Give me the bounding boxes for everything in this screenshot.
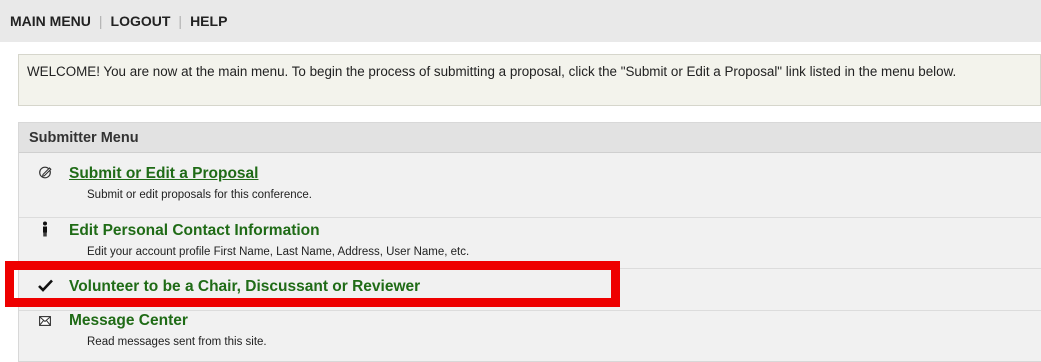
red-highlight-box — [5, 261, 620, 307]
help-link[interactable]: HELP — [190, 13, 227, 29]
nav-separator: | — [178, 13, 183, 29]
message-center-link[interactable]: Message Center — [69, 312, 188, 330]
submit-proposal-link[interactable]: Submit or Edit a Proposal — [69, 165, 258, 183]
edit-contact-link[interactable]: Edit Personal Contact Information — [69, 222, 320, 240]
person-icon — [35, 221, 55, 241]
menu-item-description: Edit your account profile First Name, La… — [87, 246, 470, 258]
nav-separator: | — [98, 13, 103, 29]
top-navigation: MAIN MENU | LOGOUT | HELP — [0, 0, 1041, 42]
menu-item-edit-contact: Edit Personal Contact Information Edit y… — [19, 220, 1041, 258]
pencil-icon — [35, 165, 55, 183]
menu-item-description: Submit or edit proposals for this confer… — [87, 189, 313, 201]
divider — [19, 217, 1041, 218]
menu-item-submit-proposal: Submit or Edit a Proposal Submit or edit… — [19, 163, 1041, 201]
submitter-menu: Submitter Menu Submit or Edit a Proposal… — [18, 122, 1041, 362]
main-menu-link[interactable]: MAIN MENU — [10, 13, 91, 29]
menu-item-description: Read messages sent from this site. — [87, 336, 267, 348]
menu-header: Submitter Menu — [19, 123, 1041, 153]
menu-item-message-center: Message Center Read messages sent from t… — [19, 310, 1041, 348]
welcome-message: WELCOME! You are now at the main menu. T… — [18, 54, 1041, 106]
envelope-icon — [35, 313, 55, 330]
logout-link[interactable]: LOGOUT — [111, 13, 171, 29]
